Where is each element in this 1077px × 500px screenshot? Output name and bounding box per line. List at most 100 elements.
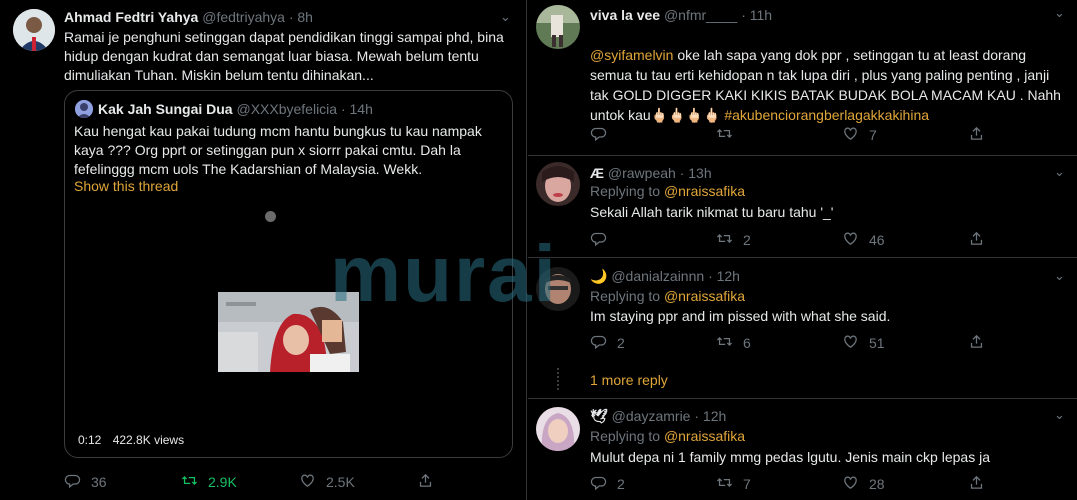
tweet-time[interactable]: · 11h [741, 7, 772, 23]
tweet-header: 🕊 @dayzamrie · 12h [590, 408, 726, 425]
avatar[interactable] [536, 267, 580, 311]
tweet-text: Mulut depa ni 1 family mmg pedas lgutu. … [590, 449, 990, 465]
replying-to: Replying to @nraissafika [590, 183, 745, 199]
reply-button[interactable]: 36 [64, 472, 181, 492]
like-count: 2.5K [326, 474, 355, 490]
retweet-count: 2 [743, 232, 751, 248]
reply-button[interactable] [590, 230, 716, 250]
author-name[interactable]: Æ [590, 165, 604, 181]
reply-tweet[interactable]: viva la vee @nfmr____ · 11h ⌄ @syifamelv… [528, 0, 1077, 155]
share-button[interactable] [968, 474, 985, 494]
share-icon [968, 230, 985, 250]
like-button[interactable]: 2.5K [299, 472, 417, 492]
quoted-author-name: Kak Jah Sungai Dua [98, 101, 233, 117]
reply-tweet[interactable]: 🕊 @dayzamrie · 12h ⌄ Replying to @nraiss… [528, 399, 1077, 500]
mention-link[interactable]: @nraissafika [664, 428, 745, 444]
tweet-actions: 2 46 [590, 230, 985, 250]
quoted-tweet[interactable]: Kak Jah Sungai Dua @XXXbyefelicia · 14h … [64, 90, 513, 458]
like-button[interactable]: 51 [842, 333, 968, 353]
heart-icon [842, 474, 859, 494]
author-handle[interactable]: @dayzamrie [612, 408, 691, 424]
show-thread-link[interactable]: Show this thread [74, 178, 178, 194]
mention-link[interactable]: @nraissafika [664, 288, 745, 304]
tweet-time[interactable]: · 12h [708, 268, 740, 284]
replying-label: Replying to [590, 183, 664, 199]
share-button[interactable] [968, 333, 985, 353]
avatar[interactable] [536, 407, 580, 451]
share-button[interactable] [417, 472, 434, 492]
video-thumbnail[interactable] [218, 292, 359, 372]
tweet-time[interactable]: · 8h [289, 9, 313, 25]
like-button[interactable]: 28 [842, 474, 968, 494]
tweet-actions: 7 [590, 125, 985, 145]
author-name[interactable]: Ahmad Fedtri Yahya [64, 9, 198, 25]
reply-button[interactable]: 2 [590, 474, 716, 494]
like-button[interactable]: 7 [842, 125, 968, 145]
like-button[interactable]: 46 [842, 230, 968, 250]
reply-button[interactable]: 2 [590, 333, 716, 353]
tweet-actions: 2 6 51 [590, 333, 985, 353]
hashtag-link[interactable]: #akubenciorangberlagakkakihina [724, 107, 929, 123]
share-icon [417, 472, 434, 492]
mention-link[interactable]: @syifamelvin [590, 47, 673, 63]
author-name[interactable]: 🌙 [590, 268, 607, 284]
author-handle[interactable]: @nfmr____ [664, 7, 737, 23]
chevron-down-icon[interactable]: ⌄ [1054, 268, 1065, 284]
replying-to: Replying to @nraissafika [590, 288, 745, 304]
avatar[interactable] [536, 5, 580, 49]
replying-label: Replying to [590, 428, 664, 444]
heart-icon [842, 333, 859, 353]
reply-tweet[interactable]: Æ @rawpeah · 13h ⌄ Replying to @nraissaf… [528, 156, 1077, 256]
reply-tweet[interactable]: 🌙 @danialzainnn · 12h ⌄ Replying to @nra… [528, 258, 1077, 398]
retweet-button[interactable]: 2.9K [181, 472, 299, 492]
author-name[interactable]: 🕊 [590, 408, 608, 424]
share-button[interactable] [968, 230, 985, 250]
reply-icon [590, 333, 607, 353]
avatar[interactable] [536, 162, 580, 206]
tweet-actions: 2 7 28 [590, 474, 985, 494]
chevron-down-icon[interactable]: ⌄ [1054, 164, 1065, 180]
share-icon [968, 474, 985, 494]
thread-dots [557, 368, 559, 390]
reply-icon [64, 472, 81, 492]
tweet-text: Sekali Allah tarik nikmat tu baru tahu '… [590, 204, 834, 220]
retweet-button[interactable] [716, 125, 842, 145]
retweet-button[interactable]: 7 [716, 474, 842, 494]
retweet-button[interactable]: 2 [716, 230, 842, 250]
author-handle[interactable]: @fedtriyahya [202, 9, 285, 25]
author-name[interactable]: viva la vee [590, 7, 660, 23]
retweet-count: 7 [743, 476, 751, 492]
tweet-time[interactable]: · 12h [694, 408, 726, 424]
chevron-down-icon[interactable]: ⌄ [1054, 407, 1065, 423]
tweet-header: Ahmad Fedtri Yahya @fedtriyahya · 8h [64, 9, 313, 25]
like-count: 46 [869, 232, 885, 248]
retweet-icon [716, 125, 733, 145]
author-handle[interactable]: @rawpeah [608, 165, 676, 181]
chevron-down-icon[interactable]: ⌄ [1054, 5, 1065, 21]
reply-icon [590, 230, 607, 250]
quoted-header: Kak Jah Sungai Dua @XXXbyefelicia · 14h [98, 101, 373, 117]
share-icon [968, 333, 985, 353]
retweet-icon [716, 333, 733, 353]
more-replies-link[interactable]: 1 more reply [590, 372, 668, 388]
avatar[interactable] [13, 9, 55, 51]
author-handle[interactable]: @danialzainnn [611, 268, 704, 284]
reply-button[interactable] [590, 125, 716, 145]
tweet-time[interactable]: · 13h [680, 165, 712, 181]
retweet-icon [181, 472, 198, 492]
heart-icon [299, 472, 316, 492]
chevron-down-icon[interactable]: ⌄ [500, 9, 511, 25]
heart-icon [842, 230, 859, 250]
mention-link[interactable]: @nraissafika [664, 183, 745, 199]
tweet-text: Ramai je penghuni setinggan dapat pendid… [64, 29, 504, 83]
like-count: 28 [869, 476, 885, 492]
retweet-icon [716, 230, 733, 250]
video-meta: 0:12 422.8K views [78, 433, 184, 447]
video-views: 422.8K views [112, 433, 185, 447]
retweet-button[interactable]: 6 [716, 333, 842, 353]
tweet-header: 🌙 @danialzainnn · 12h [590, 268, 740, 285]
tweet-header: Æ @rawpeah · 13h [590, 165, 712, 181]
tweet-actions: 36 2.9K 2.5K [64, 472, 434, 492]
share-button[interactable] [968, 125, 985, 145]
main-tweet-column: Ahmad Fedtri Yahya @fedtriyahya · 8h ⌄ R… [0, 0, 527, 500]
